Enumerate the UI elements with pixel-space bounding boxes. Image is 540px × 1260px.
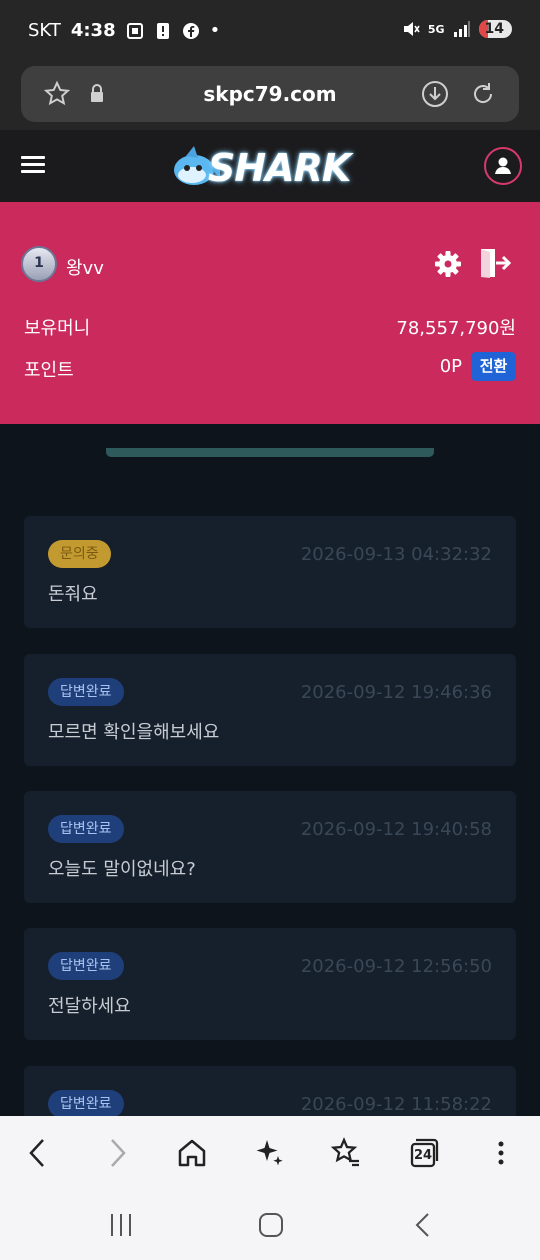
point-value: 0P [439,356,462,377]
refresh-icon[interactable] [469,80,497,108]
logout-icon[interactable] [479,246,511,280]
address-bar[interactable]: skpc79.com [21,66,519,122]
system-back-icon[interactable] [408,1210,438,1240]
notification-dot: • [209,20,221,41]
alert-icon [156,22,169,39]
inquiry-title: 전달하세요 [48,996,131,1017]
account-panel: 1 왕vv 보유머니 78,557,790원 포인트 0P 전환 [0,202,540,424]
download-icon[interactable] [421,80,449,108]
facebook-icon [182,22,199,39]
inquiry-title: 돈줘요 [48,584,98,605]
money-label: 보유머니 [24,318,91,339]
network-type: 5G [427,22,445,36]
logo-text: SHARK [208,146,351,190]
bookmarks-icon[interactable] [329,1136,363,1170]
point-label: 포인트 [24,360,74,381]
back-icon[interactable] [21,1136,55,1170]
browser-bottom-nav: 24 [0,1116,540,1190]
system-nav-bar [0,1190,540,1260]
carrier-label: SKT [28,20,61,41]
money-value: 78,557,790원 [396,318,516,339]
site-header: SHARK [0,130,540,202]
menu-icon[interactable] [21,156,45,174]
tabs-count: 24 [413,1148,433,1163]
status-badge: 답변완료 [48,952,124,980]
username: 왕vv [66,258,104,279]
clock: 4:38 [70,20,116,41]
recent-apps-icon[interactable] [106,1210,136,1240]
screenshot-icon [126,22,143,39]
tabs-button[interactable]: 24 [407,1136,441,1170]
logo[interactable]: SHARK [168,142,368,190]
status-bar: SKT 4:38 • 5G 14 [0,0,540,62]
mute-icon [403,22,420,36]
inquiry-date: 2026-09-12 19:46:36 [300,682,492,703]
forward-icon[interactable] [100,1136,134,1170]
rank-badge: 1 [21,246,57,282]
inquiry-date: 2026-09-13 04:32:32 [300,544,492,565]
signal-icon [453,21,470,37]
user-profile-button[interactable] [484,147,522,185]
home-icon[interactable] [175,1136,209,1170]
settings-gear-icon[interactable] [433,249,463,279]
status-badge: 답변완료 [48,815,124,843]
inquiry-title: 오늘도 말이없네요? [48,859,196,880]
home-button-icon[interactable] [256,1210,286,1240]
status-badge: 문의중 [48,540,111,568]
inquiry-card[interactable]: 답변완료 2026-09-12 19:46:36 모르면 확인을해보세요 [24,654,516,766]
tab-indicator [106,448,434,457]
user-icon [495,157,511,174]
inquiry-date: 2026-09-12 19:40:58 [300,819,492,840]
status-badge: 답변완료 [48,1090,124,1118]
more-options-icon[interactable] [484,1136,518,1170]
browser-toolbar: skpc79.com [0,62,540,130]
convert-button[interactable]: 전환 [471,352,516,381]
inquiry-card[interactable]: 답변완료 2026-09-12 12:56:50 전달하세요 [24,928,516,1040]
ai-sparkle-icon[interactable] [252,1136,286,1170]
inquiry-card[interactable]: 답변완료 2026-09-12 19:40:58 오늘도 말이없네요? [24,791,516,903]
battery-indicator: 14 [478,20,512,38]
status-badge: 답변완료 [48,678,124,706]
inquiry-date: 2026-09-12 11:58:22 [300,1094,492,1115]
inquiry-date: 2026-09-12 12:56:50 [300,956,492,977]
inquiry-title: 모르면 확인을해보세요 [48,722,220,743]
inquiry-card[interactable]: 문의중 2026-09-13 04:32:32 돈줘요 [24,516,516,628]
